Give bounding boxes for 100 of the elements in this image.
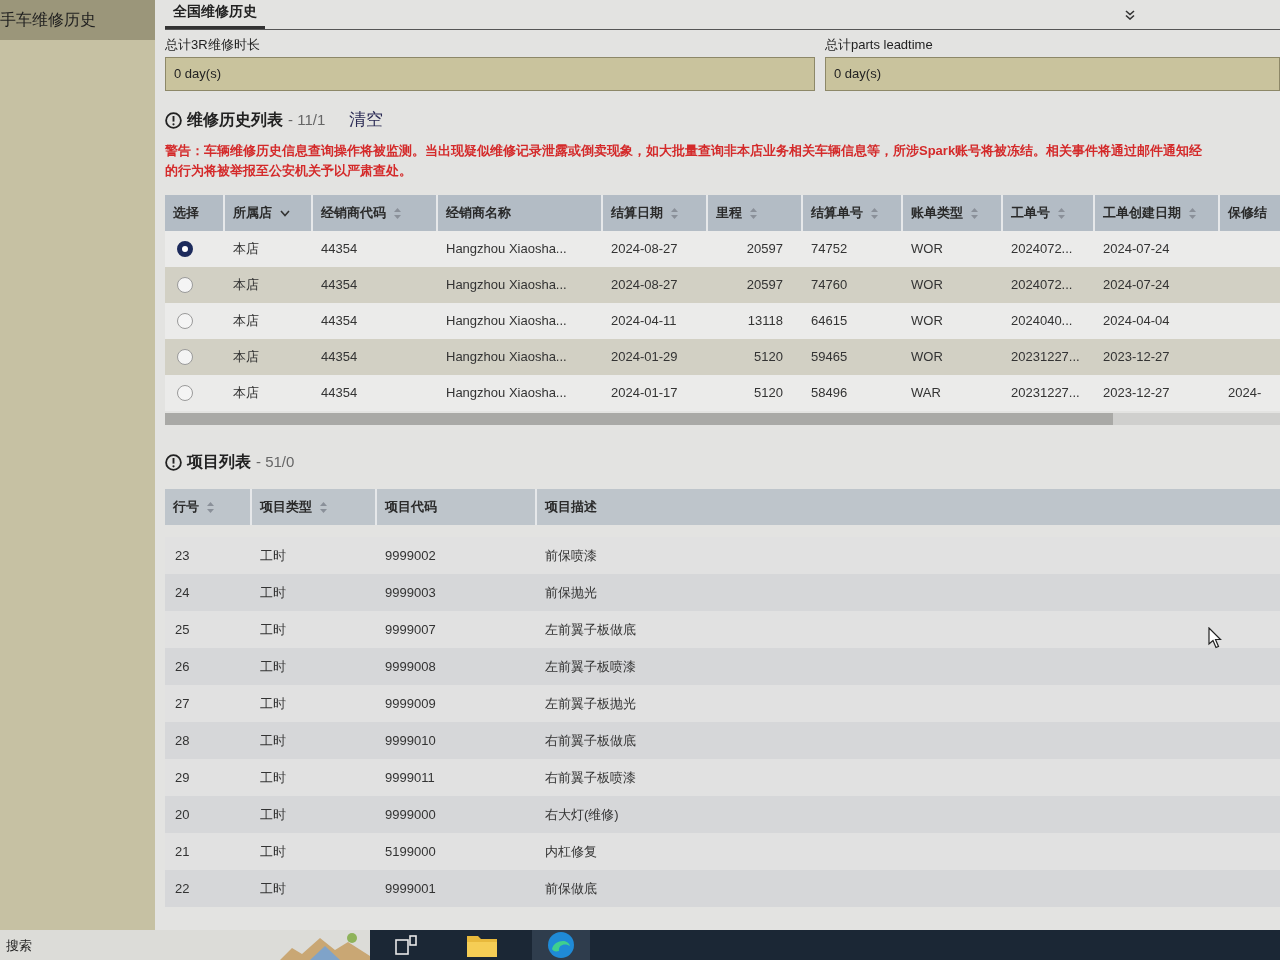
table-cell-text: 2024072...	[1011, 276, 1073, 295]
sort-icon[interactable]	[1189, 207, 1196, 219]
table-cell-text: 工时	[260, 657, 286, 676]
table-cell-text: 2024040...	[1011, 312, 1073, 331]
radio-button[interactable]	[177, 241, 193, 257]
table-cell-text: 工时	[260, 546, 286, 565]
table-cell-text: 左前翼子板抛光	[545, 694, 636, 713]
table-cell-text: 9999003	[385, 583, 436, 602]
table-cell-text: 左前翼子板喷漆	[545, 657, 636, 676]
folder-icon[interactable]	[467, 933, 497, 957]
search-field[interactable]: 搜索	[0, 930, 280, 960]
table-cell-text: 2024-08-27	[611, 276, 678, 295]
table-cell-text: 9999010	[385, 731, 436, 750]
table-cell-text: 内杠修复	[545, 842, 597, 861]
field-label: 总计3R维修时长	[165, 36, 261, 54]
table-cell-text: 44354	[321, 312, 358, 331]
table-cell-text: 9999002	[385, 546, 436, 565]
table-cell-text: WOR	[911, 348, 943, 367]
table-cell-text: 20231227...	[1011, 348, 1080, 367]
table-cell-text: Hangzhou Xiaosha...	[446, 276, 567, 295]
table-cell-text: 右前翼子板做底	[545, 731, 636, 750]
exclamation-circle-icon	[165, 111, 182, 129]
section-title: 维修历史列表	[187, 110, 283, 130]
table-cell-text: 本店	[233, 240, 259, 259]
table-cell-text: 9999009	[385, 694, 436, 713]
value-field[interactable]: 0 day(s)	[825, 57, 1280, 91]
table-cell-text: 20597	[746, 276, 783, 295]
table-cell-text: 5199000	[385, 842, 436, 861]
table-cell-text: 2024-04-04	[1103, 312, 1170, 331]
table-cell-text: 工时	[260, 842, 286, 861]
warning-text: 警告：车辆维修历史信息查询操作将被监测。当出现疑似维修记录泄露或倒卖现象，如大批量查询非本店业务相关车辆信息等，所涉Spark账号将被冻结。相关事件将通过邮件通知经	[165, 142, 1204, 160]
column-header[interactable]: 项目类型	[250, 489, 375, 525]
table-cell-text: 24	[175, 583, 190, 602]
tab[interactable]: 全国维修历史	[165, 1, 265, 29]
table-cell-text: 本店	[233, 384, 259, 403]
sort-icon[interactable]	[394, 207, 401, 219]
sort-icon[interactable]	[320, 501, 327, 513]
swirl-icon[interactable]	[548, 932, 574, 958]
table-cell-text: 59465	[811, 348, 848, 367]
table-cell-text: 前保喷漆	[545, 546, 597, 565]
taskbar-button[interactable]	[532, 930, 590, 960]
table-cell-text: 20597	[746, 240, 783, 259]
table-cell-text: 9999008	[385, 657, 436, 676]
table-cell-text: 2024-07-24	[1103, 240, 1170, 259]
field-label: 总计parts leadtime	[825, 36, 934, 54]
table-cell-text: 9999007	[385, 620, 436, 639]
radio-button[interactable]	[177, 277, 193, 293]
table-cell-text: 2024-08-27	[611, 240, 678, 259]
table-cell-text: 前保做底	[545, 879, 597, 898]
sort-icon[interactable]	[671, 207, 678, 219]
table-cell-text: 27	[175, 694, 190, 713]
table-cell-text: 13118	[747, 312, 783, 331]
column-header: 项目代码	[375, 489, 535, 525]
radio-button[interactable]	[177, 385, 193, 401]
table-cell-text: Hangzhou Xiaosha...	[446, 384, 567, 403]
table-cell-text: 21	[175, 842, 190, 861]
section-title: 项目列表	[187, 452, 251, 472]
table-cell-text: 28	[175, 731, 190, 750]
table-cell-text: 右大灯(维修)	[545, 805, 619, 824]
sort-icon[interactable]	[1058, 207, 1065, 219]
table-cell-text: 本店	[233, 312, 259, 331]
sidebar-item[interactable]: 手车维修历史	[0, 0, 155, 40]
sort-icon[interactable]	[750, 207, 757, 219]
table-cell-text: WOR	[911, 312, 943, 331]
table-cell-text: Hangzhou Xiaosha...	[446, 312, 567, 331]
table-cell-text: 左前翼子板做底	[545, 620, 636, 639]
table-cell-text: 23	[175, 546, 190, 565]
table-cell-text: 工时	[260, 805, 286, 824]
radio-button[interactable]	[177, 313, 193, 329]
table-cell-text: 2024-04-11	[611, 312, 677, 331]
double-chevron-down-icon[interactable]	[1125, 9, 1135, 20]
column-header: 选择	[172, 204, 200, 223]
landscape-icon[interactable]	[280, 930, 370, 960]
value-field[interactable]: 0 day(s)	[165, 57, 815, 91]
table-cell-text: 22	[175, 879, 190, 898]
sort-icon[interactable]	[871, 207, 878, 219]
table-cell-text: 工时	[260, 879, 286, 898]
sort-icon[interactable]	[207, 501, 214, 513]
mouse-pointer-icon	[1208, 627, 1222, 649]
table-cell-text: WOR	[911, 240, 943, 259]
radio-button[interactable]	[177, 349, 193, 365]
table-cell-text: Hangzhou Xiaosha...	[446, 240, 567, 259]
table-cell-text: 74760	[811, 276, 848, 295]
clear-button[interactable]: 清空	[345, 107, 388, 133]
task-view-icon[interactable]	[395, 935, 417, 955]
column-header[interactable]: 行号	[165, 489, 250, 525]
column-header: 项目描述	[535, 489, 1280, 525]
table-cell-text: 本店	[233, 276, 259, 295]
table-cell-text: 9999000	[385, 805, 436, 824]
table-cell-text: 29	[175, 768, 190, 787]
table-cell-text: 26	[175, 657, 190, 676]
table-cell-text: 前保抛光	[545, 583, 597, 602]
table-cell-text: 58496	[811, 384, 848, 403]
record-count: - 11/1	[288, 109, 326, 130]
table-cell-text: 2024-07-24	[1103, 276, 1170, 295]
table-cell-text: 工时	[260, 768, 286, 787]
sort-icon[interactable]	[971, 207, 978, 219]
table-cell-text: 2023-12-27	[1103, 384, 1170, 403]
chevron-down-icon[interactable]	[280, 209, 290, 217]
table-cell-text: 工时	[260, 583, 286, 602]
